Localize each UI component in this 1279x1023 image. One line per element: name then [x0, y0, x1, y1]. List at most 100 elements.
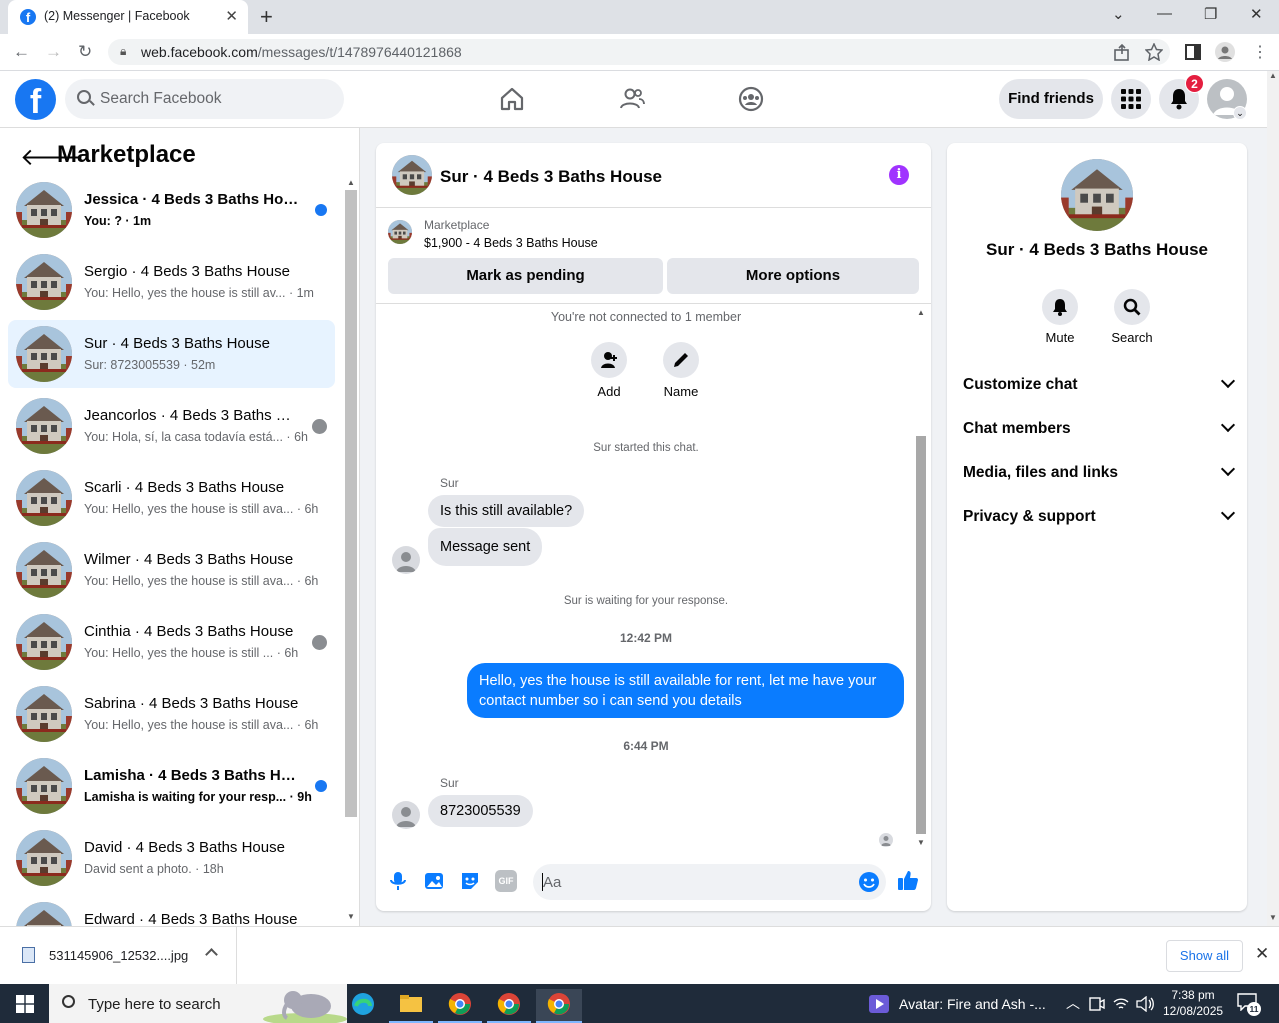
chrome-active-app-icon[interactable] [536, 989, 582, 1023]
system-clock[interactable]: 7:38 pm 12/08/2025 [1163, 987, 1223, 1019]
mark-as-pending-button[interactable]: Mark as pending [388, 258, 663, 294]
conversation-item[interactable]: Sabrina · 4 Beds 3 Baths House You: Hello… [8, 680, 335, 748]
chat-avatar[interactable] [392, 155, 432, 195]
scrollbar-thumb[interactable] [345, 190, 357, 817]
media-title[interactable]: Avatar: Fire and Ash -... [899, 996, 1046, 1012]
conversation-item[interactable]: Wilmer · 4 Beds 3 Baths House You: Hello,… [8, 536, 335, 604]
sender-avatar[interactable] [392, 801, 420, 829]
conversation-item[interactable]: Edward · 4 Beds 3 Baths House [8, 896, 335, 926]
edge-app-icon[interactable] [341, 989, 385, 1023]
file-explorer-app-icon[interactable] [389, 989, 433, 1023]
conversation-item[interactable]: David · 4 Beds 3 Baths House David sent a… [8, 824, 335, 892]
facebook-search-input[interactable]: Search Facebook [65, 79, 344, 119]
media-files-links-section[interactable]: Media, files and links [963, 461, 1236, 482]
add-member-action[interactable]: Add [587, 342, 631, 399]
conversation-preview: You: Hola, sí, la casa todavía está... ·… [84, 430, 308, 444]
listing-thumbnail[interactable] [388, 220, 412, 244]
tab-search-chevron-icon[interactable]: ⌄ [1112, 5, 1125, 23]
menu-grid-button[interactable] [1111, 79, 1151, 119]
close-tab-icon[interactable]: ✕ [225, 7, 238, 25]
conversation-item[interactable]: Jessica · 4 Beds 3 Baths House You: ? · 1… [8, 176, 335, 244]
volume-icon[interactable] [1136, 996, 1154, 1012]
microphone-icon[interactable] [387, 870, 409, 892]
windows-start-icon[interactable] [16, 995, 34, 1013]
name-chat-action[interactable]: Name [659, 342, 703, 399]
chevron-up-icon[interactable] [205, 948, 218, 961]
bookmark-star-icon[interactable] [1145, 43, 1163, 61]
chat-scrollbar[interactable]: ▲ ▼ [914, 308, 928, 850]
conversation-item[interactable]: Cinthia · 4 Beds 3 Baths House You: Hello… [8, 608, 335, 676]
mute-action[interactable]: Mute [1030, 289, 1090, 345]
conversation-item[interactable]: Sur · 4 Beds 3 Baths House Sur: 872300553… [8, 320, 335, 388]
close-window-button[interactable]: ✕ [1250, 5, 1263, 23]
account-chevron-icon[interactable]: ⌄ [1233, 106, 1247, 120]
back-arrow-icon[interactable]: ← [13, 42, 30, 62]
wifi-icon[interactable] [1113, 996, 1129, 1012]
chrome-app-icon[interactable] [438, 989, 482, 1023]
taskbar-search[interactable]: Type here to search [49, 984, 347, 1023]
chevron-up-icon[interactable]: ︿ [1066, 993, 1080, 1013]
clock-time: 7:38 pm [1171, 988, 1215, 1002]
listing-price-title[interactable]: $1,900 - 4 Beds 3 Baths House [424, 236, 598, 250]
restore-window-button[interactable]: ❐ [1204, 5, 1217, 23]
customize-chat-section[interactable]: Customize chat [963, 373, 1236, 394]
chat-started-notice: Sur started this chat. [593, 442, 699, 454]
chat-members-section[interactable]: Chat members [963, 417, 1236, 438]
close-downloads-icon[interactable]: ✕ [1255, 944, 1269, 964]
conversation-item[interactable]: Lamisha · 4 Beds 3 Baths House Lamisha is… [8, 752, 335, 820]
conversation-item[interactable]: Scarli · 4 Beds 3 Baths House You: Hello,… [8, 464, 335, 532]
reload-icon[interactable]: ↻ [78, 42, 92, 62]
groups-icon[interactable] [738, 86, 764, 112]
profile-icon[interactable] [1215, 42, 1235, 62]
conversation-item[interactable]: Sergio · 4 Beds 3 Baths House You: Hello,… [8, 248, 335, 316]
address-bar[interactable]: 🔒︎ web.facebook.com/messages/t/147897644… [108, 39, 1170, 65]
home-icon[interactable] [499, 86, 525, 112]
incoming-message[interactable]: Is this still available? [428, 495, 585, 527]
meet-now-icon[interactable] [1089, 996, 1105, 1012]
gif-icon[interactable]: GIF [495, 870, 517, 892]
unread-dot [315, 204, 327, 216]
lock-icon[interactable]: 🔒︎ [120, 44, 126, 59]
conversation-preview: David sent a photo. · 18h [84, 862, 224, 876]
show-all-button[interactable]: Show all [1166, 940, 1243, 972]
browser-tab[interactable]: f (2) Messenger | Facebook ✕ [8, 0, 248, 34]
chat-title[interactable]: Sur · 4 Beds 3 Baths House [440, 167, 662, 187]
scrollbar-thumb[interactable] [916, 436, 926, 834]
privacy-support-section[interactable]: Privacy & support [963, 505, 1236, 526]
browser-menu-icon[interactable]: ⋮ [1252, 42, 1268, 62]
search-action[interactable]: Search [1102, 289, 1162, 345]
conversation-avatar [16, 614, 72, 670]
facebook-logo-icon[interactable]: f [15, 79, 56, 121]
photo-icon[interactable] [423, 870, 445, 892]
conversation-name: Wilmer · 4 Beds 3 Baths House [84, 551, 294, 568]
forward-arrow-icon[interactable]: → [45, 42, 62, 62]
info-icon[interactable]: i [889, 165, 909, 185]
friends-icon[interactable] [619, 86, 645, 112]
new-tab-button[interactable]: + [260, 4, 273, 30]
sender-avatar[interactable] [392, 546, 420, 574]
taskbar-search-placeholder: Type here to search [88, 996, 221, 1013]
minimize-window-button[interactable]: — [1157, 5, 1172, 22]
page-scrollbar[interactable]: ▲ ▼ [1267, 71, 1279, 926]
search-icon [62, 995, 75, 1008]
conversation-name: David · 4 Beds 3 Baths House [84, 839, 285, 856]
find-friends-button[interactable]: Find friends [999, 79, 1103, 119]
sidebar-scrollbar[interactable]: ▲ ▼ [345, 178, 357, 926]
incoming-message[interactable]: Message sent [428, 528, 543, 566]
incoming-message[interactable]: 8723005539 [428, 795, 533, 827]
chrome-profile-app-icon[interactable] [487, 989, 531, 1023]
emoji-icon[interactable] [858, 871, 880, 893]
download-item[interactable]: 531145906_12532....jpg [49, 948, 188, 963]
details-avatar[interactable] [1061, 159, 1133, 231]
side-panel-icon[interactable] [1185, 44, 1201, 60]
sticker-icon[interactable] [459, 870, 481, 892]
outgoing-message[interactable]: Hello, yes the house is still available … [467, 663, 904, 718]
details-title: Sur · 4 Beds 3 Baths House [985, 240, 1208, 259]
notification-center-button[interactable]: 11 [1237, 993, 1263, 1016]
thumbs-up-icon[interactable] [897, 869, 919, 891]
conversation-item[interactable]: Jeancorlos · 4 Beds 3 Baths H... You: Hol… [8, 392, 335, 460]
media-play-icon[interactable] [869, 995, 889, 1013]
more-options-button[interactable]: More options [667, 258, 919, 294]
share-icon[interactable] [1113, 44, 1131, 62]
message-input[interactable]: Aa [533, 864, 886, 900]
